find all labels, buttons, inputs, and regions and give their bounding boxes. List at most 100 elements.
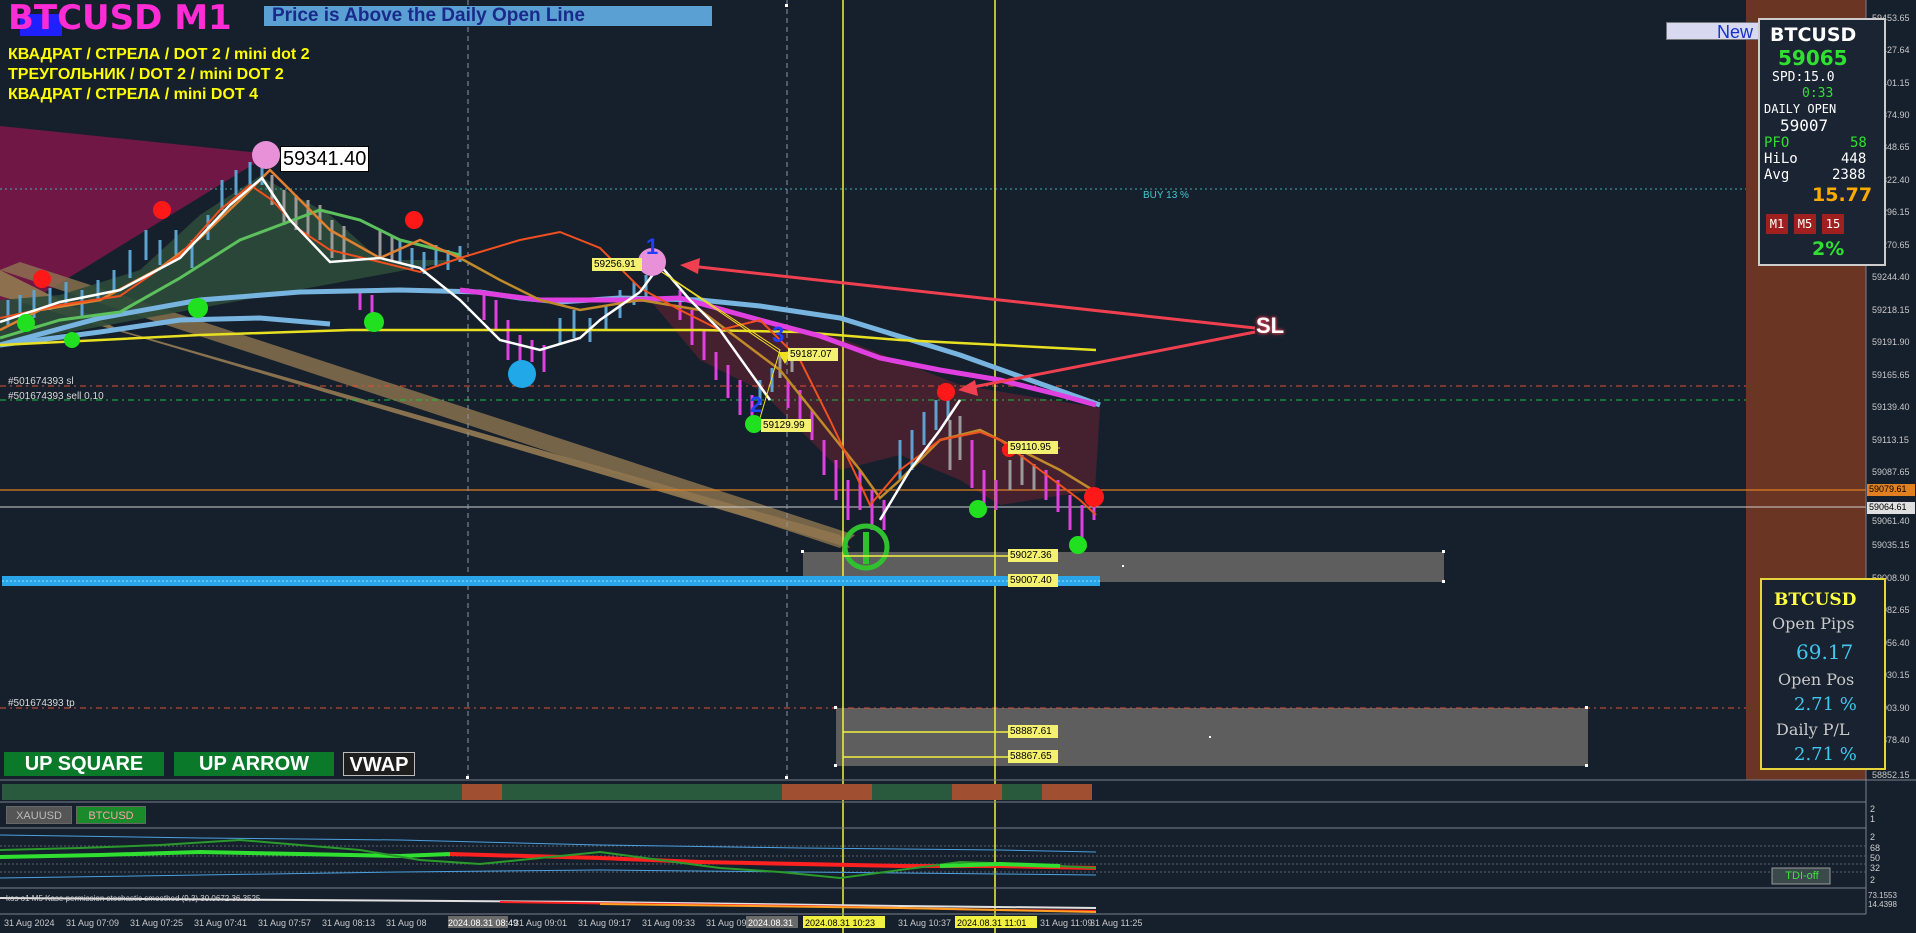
- panel-avg: 2388: [1832, 167, 1866, 183]
- red-dot: [1084, 487, 1104, 507]
- open-pos-value: 2.71 %: [1794, 694, 1857, 715]
- price-tag: 59007.40: [1010, 575, 1052, 586]
- time-tick: 31 Aug 07:41: [194, 918, 248, 928]
- price-tag: 59110.95: [1010, 442, 1051, 453]
- tdi-level: 2: [1870, 875, 1876, 885]
- strip-level: 1: [1870, 814, 1876, 824]
- price-tag: 58887.61: [1010, 726, 1052, 737]
- tdi-off-button[interactable]: TDI-off: [1774, 870, 1830, 882]
- wave-label-2: 2: [750, 392, 763, 417]
- time-tick: 31 Aug 08: [386, 918, 427, 928]
- price-tag: 59129.99: [763, 420, 805, 431]
- price-tick: 59139.40: [1872, 402, 1910, 412]
- time-tick: 2024.08.31 11:01: [957, 918, 1027, 928]
- price-tick: 59061.40: [1872, 516, 1910, 526]
- tf-15-button[interactable]: 15: [1822, 214, 1844, 234]
- chart-window[interactable]: BTCUSD M1 Price is Above the Daily Open …: [0, 0, 1916, 933]
- price-tag: 59027.36: [1010, 550, 1052, 561]
- panel-value: 15.77: [1812, 184, 1873, 206]
- time-tick: 2024.08.31 10:23: [805, 918, 876, 928]
- price-tag: 59187.07: [790, 349, 832, 360]
- tdi-level: 50: [1870, 853, 1881, 863]
- time-tick: 31 Aug 11:09: [1040, 918, 1093, 928]
- green-dot: [1069, 536, 1087, 554]
- panel-spread: SPD:15.0: [1772, 70, 1835, 85]
- panel-hilo: 448: [1841, 151, 1867, 167]
- wave-label-3: 3: [772, 322, 785, 347]
- up-arrow-button[interactable]: UP ARROW: [174, 752, 334, 776]
- pips-symbol: BTCUSD: [1774, 590, 1857, 610]
- vwap-button[interactable]: VWAP: [343, 752, 415, 776]
- tdi-indicator: [0, 834, 1866, 885]
- status-banner: Price is Above the Daily Open Line: [264, 6, 712, 26]
- sl-label: SL: [1256, 313, 1285, 338]
- current-price-orange: 59079.61: [1869, 484, 1907, 494]
- stoch-level: 14.4398: [1868, 900, 1897, 909]
- red-dot: [33, 270, 51, 288]
- symbol-tab-btcusd[interactable]: BTCUSD: [76, 806, 146, 824]
- panel-hilo-label: HiLo: [1764, 151, 1798, 167]
- green-dot: [364, 312, 384, 332]
- time-tick: 2024.08.31: [748, 918, 794, 928]
- stochastic-title: kos o1 M5 Kase permission stochastic smo…: [6, 894, 261, 903]
- order-sell-label: #501674393 sell 0.10: [8, 391, 104, 402]
- green-dot: [969, 500, 987, 518]
- up-square-button[interactable]: UP SQUARE: [4, 752, 164, 776]
- open-pos-label: Open Pos: [1778, 670, 1855, 689]
- info-panel: BTCUSD 59065 SPD:15.0 0:33 DAILY OPEN 59…: [1758, 18, 1886, 266]
- panel-pfo: 58: [1850, 135, 1867, 151]
- order-sl-label: #501674393 sl: [8, 376, 74, 387]
- price-tag: 59256.91: [594, 259, 636, 270]
- tf-m1-button[interactable]: M1: [1766, 214, 1788, 234]
- green-dot: [64, 332, 80, 348]
- time-tick: 31 Aug 10:37: [898, 918, 952, 928]
- buy-label: BUY 13 %: [1143, 190, 1189, 201]
- panel-symbol: BTCUSD: [1770, 24, 1857, 46]
- price-tick: 59087.65: [1872, 467, 1910, 477]
- red-dot: [937, 383, 955, 401]
- price-tick: 59165.65: [1872, 370, 1910, 380]
- red-dot: [405, 211, 423, 229]
- high-price-label: 59341.40: [280, 146, 370, 172]
- wave-label-1: 1: [646, 234, 659, 259]
- note-line-1: КВАДРАТ / СТРЕЛА / DOT 2 / mini dot 2: [8, 46, 310, 63]
- chart-title: BTCUSD M1: [8, 0, 232, 38]
- pips-panel: BTCUSD Open Pips 69.17 Open Pos 2.71 % D…: [1760, 578, 1886, 770]
- green-dot: [17, 314, 35, 332]
- new-button[interactable]: New: [1666, 22, 1760, 41]
- price-tick: 59218.15: [1872, 305, 1910, 315]
- daily-pl-label: Daily P/L: [1776, 720, 1850, 739]
- price-tick: 59191.90: [1872, 337, 1910, 347]
- symbol-tab-xauusd[interactable]: XAUUSD: [6, 806, 72, 824]
- tdi-level: 68: [1870, 843, 1881, 853]
- price-tag: 58867.65: [1010, 751, 1052, 762]
- price-tick: 59035.15: [1872, 540, 1910, 550]
- time-tick: 31 Aug 09:17: [578, 918, 632, 928]
- open-pips-value: 69.17: [1796, 640, 1854, 664]
- panel-percent: 2%: [1812, 238, 1845, 260]
- panel-timer: 0:33: [1802, 86, 1834, 101]
- price-tick: 59113.15: [1872, 435, 1909, 445]
- time-tick: 31 Aug 09:01: [514, 918, 568, 928]
- open-pips-label: Open Pips: [1772, 614, 1855, 633]
- time-tick: 31 Aug 09: [706, 918, 747, 928]
- time-tick: 31 Aug 07:57: [258, 918, 312, 928]
- price-chart-canvas[interactable]: [0, 0, 1916, 933]
- time-tick: 31 Aug 07:09: [66, 918, 120, 928]
- stoch-level: 73.1553: [1868, 891, 1897, 900]
- daily-pl-value: 2.71 %: [1794, 744, 1857, 765]
- time-tick: 31 Aug 11:25: [1090, 918, 1143, 928]
- time-tick: 31 Aug 2024: [4, 918, 55, 928]
- current-price-white: 59064.61: [1869, 502, 1907, 512]
- green-dot: [188, 298, 208, 318]
- price-tick: 59244.40: [1872, 272, 1910, 282]
- note-line-3: КВАДРАТ / СТРЕЛА / mini DOT 4: [8, 86, 259, 103]
- red-dot: [153, 201, 171, 219]
- panel-daily-open: 59007: [1780, 116, 1829, 135]
- panel-price: 59065: [1778, 46, 1848, 70]
- panel-avg-label: Avg: [1764, 167, 1790, 183]
- volume-strip: [2, 784, 1092, 800]
- tf-m5-button[interactable]: M5: [1794, 214, 1816, 234]
- pink-dot: [252, 141, 280, 169]
- time-tick: 31 Aug 09:33: [642, 918, 696, 928]
